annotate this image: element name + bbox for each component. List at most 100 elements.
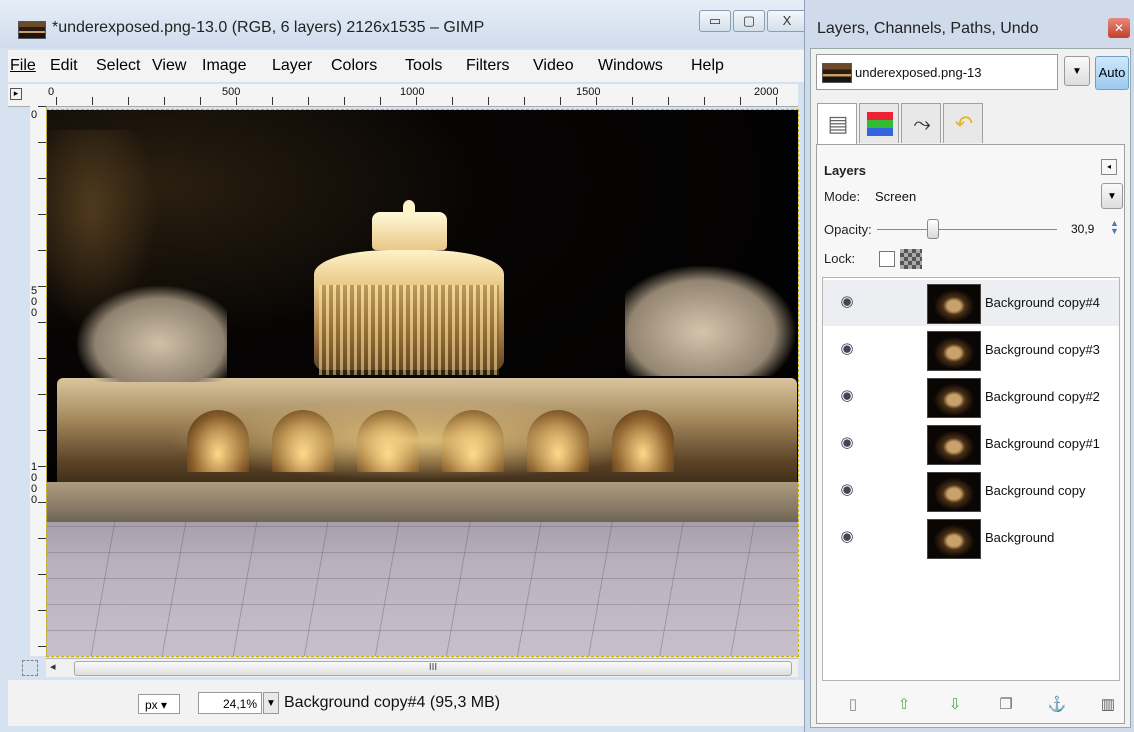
image-selector-dropdown-button[interactable]: ▼ bbox=[1064, 56, 1090, 86]
layer-thumbnail bbox=[927, 284, 981, 324]
duplicate-layer-icon[interactable]: ❐ bbox=[994, 693, 1018, 717]
layer-row[interactable]: ◉ Background copy#2 bbox=[823, 374, 1119, 420]
delete-layer-icon[interactable]: ▥ bbox=[1096, 693, 1120, 717]
menu-view[interactable]: View bbox=[152, 57, 186, 75]
scrollbar-thumb[interactable]: III bbox=[74, 661, 792, 676]
minimize-button[interactable]: ▭ bbox=[699, 10, 731, 32]
layer-row[interactable]: ◉ Background copy#3 bbox=[823, 327, 1119, 373]
image-selector[interactable]: underexposed.png-13 bbox=[816, 54, 1058, 90]
opacity-spin-arrows-icon[interactable]: ▲ ▼ bbox=[1110, 219, 1119, 236]
layers-dock: Layers, Channels, Paths, Undo ✕ underexp… bbox=[804, 0, 1134, 732]
layer-thumbnail bbox=[927, 472, 981, 512]
menu-windows[interactable]: Windows bbox=[598, 57, 663, 75]
ruler-ticks bbox=[38, 106, 46, 656]
opacity-label: Opacity: bbox=[824, 222, 872, 237]
close-button[interactable]: X bbox=[767, 10, 807, 32]
layer-name: Background copy#1 bbox=[985, 436, 1100, 451]
opacity-slider-track[interactable] bbox=[877, 229, 1057, 230]
image-selector-label: underexposed.png-13 bbox=[855, 65, 982, 80]
menu-filters[interactable]: Filters bbox=[466, 57, 510, 75]
opacity-value[interactable]: 30,9 bbox=[1071, 222, 1094, 236]
menu-layer[interactable]: Layer bbox=[272, 57, 312, 75]
tab-layers[interactable]: ▤ bbox=[817, 103, 857, 145]
ruler-label: 1500 bbox=[576, 86, 601, 98]
ruler-label: 500 bbox=[222, 86, 241, 98]
mode-dropdown-button[interactable]: ▼ bbox=[1101, 183, 1123, 209]
eye-icon[interactable]: ◉ bbox=[837, 528, 857, 546]
dock-title: Layers, Channels, Paths, Undo bbox=[817, 20, 1039, 37]
zoom-dropdown-button[interactable]: ▼ bbox=[263, 692, 279, 714]
menu-file[interactable]: File bbox=[10, 57, 36, 75]
status-bar: px ▾ 24,1% ▼ Background copy#4 (95,3 MB) bbox=[8, 680, 808, 726]
new-layer-icon[interactable]: ▯ bbox=[841, 693, 865, 717]
panel-menu-icon[interactable]: ◂ bbox=[1101, 159, 1117, 175]
dock-close-button[interactable]: ✕ bbox=[1108, 18, 1130, 38]
layer-row[interactable]: ◉ Background bbox=[823, 515, 1119, 561]
fountain-rim bbox=[47, 482, 798, 522]
layer-action-bar: ▯ ⇧ ⇩ ❐ ⚓ ▥ bbox=[817, 691, 1126, 721]
opacity-slider-handle[interactable] bbox=[926, 219, 939, 239]
eye-icon[interactable]: ◉ bbox=[837, 481, 857, 499]
eye-icon[interactable]: ◉ bbox=[837, 434, 857, 452]
menu-edit[interactable]: Edit bbox=[50, 57, 78, 75]
ruler-label: 2000 bbox=[754, 86, 779, 98]
eye-icon[interactable]: ◉ bbox=[837, 340, 857, 358]
layer-thumbnail bbox=[927, 519, 981, 559]
anchor-layer-icon[interactable]: ⚓ bbox=[1045, 693, 1069, 717]
layer-name: Background copy#4 bbox=[985, 295, 1100, 310]
statue-right bbox=[625, 266, 795, 376]
menu-help[interactable]: Help bbox=[691, 57, 724, 75]
tab-channels[interactable] bbox=[859, 103, 899, 143]
pavement-joints bbox=[47, 500, 798, 656]
ruler-label: 500 bbox=[31, 285, 38, 319]
horizontal-ruler[interactable]: ▸ 0 500 1000 1500 2000 bbox=[8, 84, 798, 107]
layer-row[interactable]: ◉ Background copy bbox=[823, 468, 1119, 514]
layer-name: Background copy#3 bbox=[985, 342, 1100, 357]
ruler-label: 1000 bbox=[31, 461, 38, 506]
image-canvas[interactable] bbox=[46, 109, 799, 657]
lock-label: Lock: bbox=[824, 251, 856, 266]
lock-pixels-checkbox[interactable] bbox=[879, 251, 895, 267]
unit-value: px bbox=[145, 698, 158, 712]
menu-colors[interactable]: Colors bbox=[331, 57, 377, 75]
image-window-titlebar[interactable]: *underexposed.png-13.0 (RGB, 6 layers) 2… bbox=[0, 0, 812, 48]
paths-icon: ⤳ bbox=[913, 111, 931, 136]
image-window-title: *underexposed.png-13.0 (RGB, 6 layers) 2… bbox=[52, 19, 485, 36]
layer-row[interactable]: ◉ Background copy#1 bbox=[823, 421, 1119, 467]
menu-select[interactable]: Select bbox=[96, 57, 140, 75]
menu-tools[interactable]: Tools bbox=[405, 57, 442, 75]
menu-video[interactable]: Video bbox=[533, 57, 574, 75]
statue-left bbox=[77, 286, 227, 382]
raise-layer-icon[interactable]: ⇧ bbox=[892, 693, 916, 717]
quick-mask-icon[interactable]: ▸ bbox=[10, 88, 22, 100]
mode-select[interactable]: Screen bbox=[875, 189, 916, 204]
lower-layer-icon[interactable]: ⇩ bbox=[943, 693, 967, 717]
eye-icon[interactable]: ◉ bbox=[837, 293, 857, 311]
layer-thumbnail bbox=[927, 378, 981, 418]
layer-name: Background bbox=[985, 530, 1055, 545]
image-window: *underexposed.png-13.0 (RGB, 6 layers) 2… bbox=[0, 0, 812, 732]
vertical-ruler[interactable]: 0 500 1000 bbox=[30, 106, 47, 656]
layer-row[interactable]: ◉ Background copy#4 bbox=[823, 280, 1119, 326]
maximize-button[interactable]: ▢ bbox=[733, 10, 765, 32]
ruler-label: 1000 bbox=[400, 86, 425, 98]
zoom-field[interactable]: 24,1% bbox=[198, 692, 262, 714]
layers-icon: ▤ bbox=[827, 111, 849, 136]
menu-image[interactable]: Image bbox=[202, 57, 246, 75]
mode-label: Mode: bbox=[824, 189, 861, 204]
eye-icon[interactable]: ◉ bbox=[837, 387, 857, 405]
scroll-left-arrow-icon[interactable]: ◂ bbox=[50, 660, 56, 673]
image-thumbnail-icon bbox=[18, 21, 46, 39]
undo-icon: ↶ bbox=[954, 111, 974, 136]
panel-title: Layers bbox=[824, 163, 866, 178]
fountain-top-tier bbox=[372, 212, 447, 250]
tab-undo[interactable]: ↶ bbox=[943, 103, 983, 143]
auto-button[interactable]: Auto bbox=[1095, 56, 1129, 90]
horizontal-scrollbar[interactable]: ◂ III bbox=[46, 658, 798, 677]
basin-light-glow bbox=[167, 400, 667, 480]
lock-alpha-icon[interactable] bbox=[900, 249, 922, 269]
navigate-icon[interactable] bbox=[22, 660, 38, 676]
fountain-spout bbox=[403, 200, 415, 214]
unit-select[interactable]: px ▾ bbox=[138, 694, 180, 714]
tab-paths[interactable]: ⤳ bbox=[901, 103, 941, 143]
